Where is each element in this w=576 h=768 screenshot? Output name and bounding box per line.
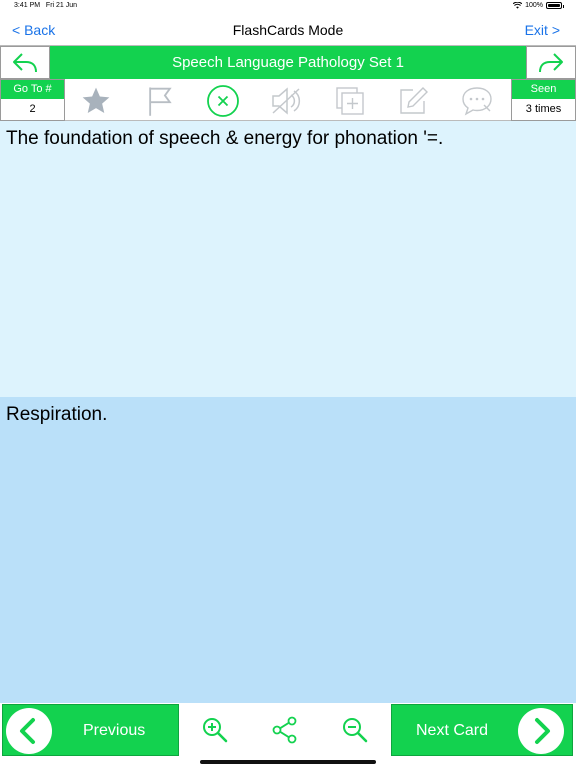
set-title: Speech Language Pathology Set 1 bbox=[50, 46, 526, 79]
zoom-out-icon[interactable] bbox=[340, 715, 370, 745]
card-toolbar: Go To # 2 Seen 3 times bbox=[0, 79, 576, 121]
status-bar: 3:41 PM Fri 21 Jun 100% bbox=[0, 0, 576, 13]
wifi-icon bbox=[513, 2, 523, 9]
goto-label: Go To # bbox=[1, 80, 64, 99]
add-copy-icon[interactable] bbox=[332, 83, 368, 119]
answer-text: Respiration. bbox=[6, 404, 108, 425]
star-icon[interactable] bbox=[78, 83, 114, 119]
status-time-date: 3:41 PM Fri 21 Jun bbox=[14, 2, 77, 9]
previous-label: Previous bbox=[83, 722, 146, 739]
battery-icon bbox=[546, 2, 564, 9]
question-panel[interactable]: The foundation of speech & energy for ph… bbox=[0, 121, 576, 397]
previous-button[interactable]: Previous bbox=[2, 704, 179, 756]
seen-counter: Seen 3 times bbox=[511, 79, 576, 121]
redo-arrow-icon bbox=[539, 52, 563, 72]
next-card-button[interactable]: Next Card bbox=[391, 704, 573, 756]
answer-panel[interactable]: Respiration. bbox=[0, 397, 576, 703]
set-title-row: Speech Language Pathology Set 1 bbox=[0, 46, 576, 79]
status-time: 3:41 PM bbox=[14, 2, 41, 9]
undo-arrow-icon bbox=[13, 52, 37, 72]
battery-percent: 100% bbox=[525, 2, 543, 9]
speech-bubble-icon[interactable] bbox=[459, 83, 495, 119]
seen-label: Seen bbox=[512, 80, 575, 99]
flag-icon[interactable] bbox=[142, 83, 178, 119]
next-card-label: Next Card bbox=[416, 722, 489, 739]
status-right: 100% bbox=[513, 2, 564, 9]
question-text: The foundation of speech & energy for ph… bbox=[6, 128, 444, 149]
share-icon[interactable] bbox=[270, 715, 300, 745]
exit-button[interactable]: Exit > bbox=[525, 22, 560, 38]
navigation-bar: < Back FlashCards Mode Exit > bbox=[0, 13, 576, 46]
bottom-bar: Previous Next Card bbox=[0, 703, 576, 757]
chevron-left-icon bbox=[6, 708, 52, 754]
chevron-right-icon bbox=[518, 708, 564, 754]
status-date: Fri 21 Jun bbox=[45, 2, 78, 9]
seen-value: 3 times bbox=[525, 103, 562, 115]
close-circle-icon[interactable] bbox=[205, 83, 241, 119]
next-set-button[interactable] bbox=[526, 46, 576, 79]
goto-button[interactable]: Go To # 2 bbox=[0, 79, 65, 121]
zoom-in-icon[interactable] bbox=[200, 715, 230, 745]
home-indicator[interactable] bbox=[200, 760, 376, 764]
goto-value: 2 bbox=[29, 103, 36, 115]
mute-icon[interactable] bbox=[268, 83, 304, 119]
page-title: FlashCards Mode bbox=[232, 22, 344, 38]
previous-set-button[interactable] bbox=[0, 46, 50, 79]
edit-icon[interactable] bbox=[395, 83, 431, 119]
